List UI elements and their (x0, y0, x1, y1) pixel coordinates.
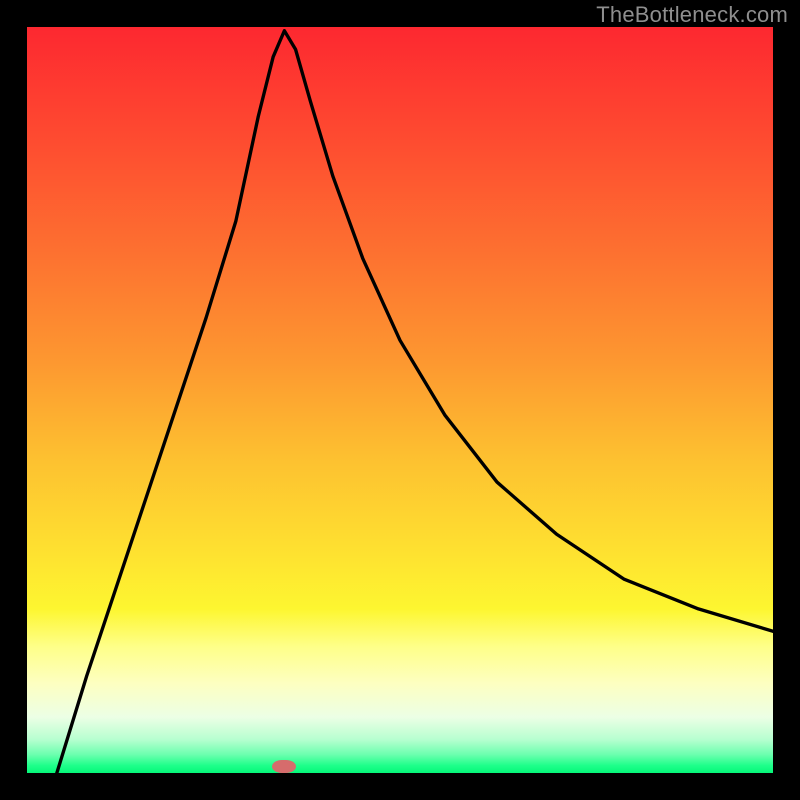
watermark-text: TheBottleneck.com (596, 2, 788, 28)
plot-area (27, 27, 773, 773)
minimum-marker (272, 760, 296, 773)
outer-frame: TheBottleneck.com (0, 0, 800, 800)
curve (27, 27, 773, 773)
